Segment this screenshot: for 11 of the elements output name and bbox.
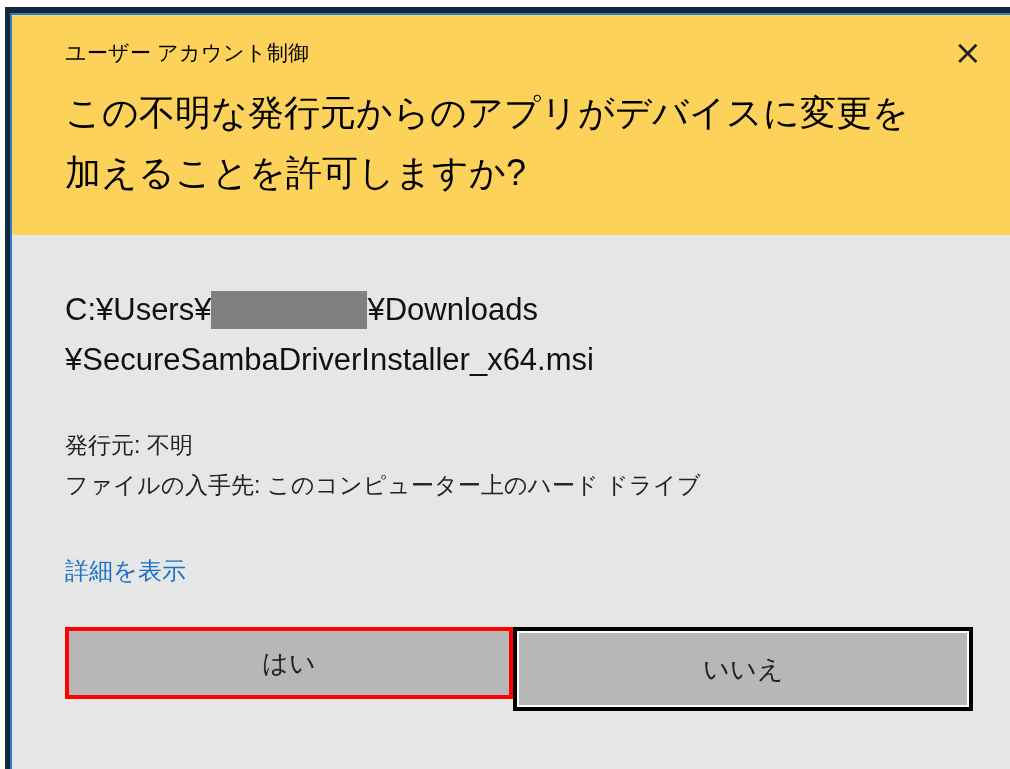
detail-text: ファイルの入手先: このコンピューター上のハード ドライブ: [65, 471, 703, 500]
details-link[interactable]: 詳細を表示: [65, 553, 186, 589]
question-text: この不明な発行元からのアプリがデバイスに変更を加えることを許可しますか?: [65, 91, 910, 195]
path-text: ¥SecureSambaDriverInstaller_x64.msi: [65, 341, 595, 379]
close-button[interactable]: ×: [949, 35, 986, 69]
path-text: C:¥Users¥: [65, 291, 212, 329]
path-text: ¥Downloads: [367, 291, 539, 329]
window-title: ユーザー アカウント制御: [65, 40, 309, 66]
dialog-button[interactable]: はい: [65, 627, 513, 699]
detail-text: 発行元: 不明: [65, 431, 194, 460]
dialog-button[interactable]: いいえ: [513, 627, 973, 711]
